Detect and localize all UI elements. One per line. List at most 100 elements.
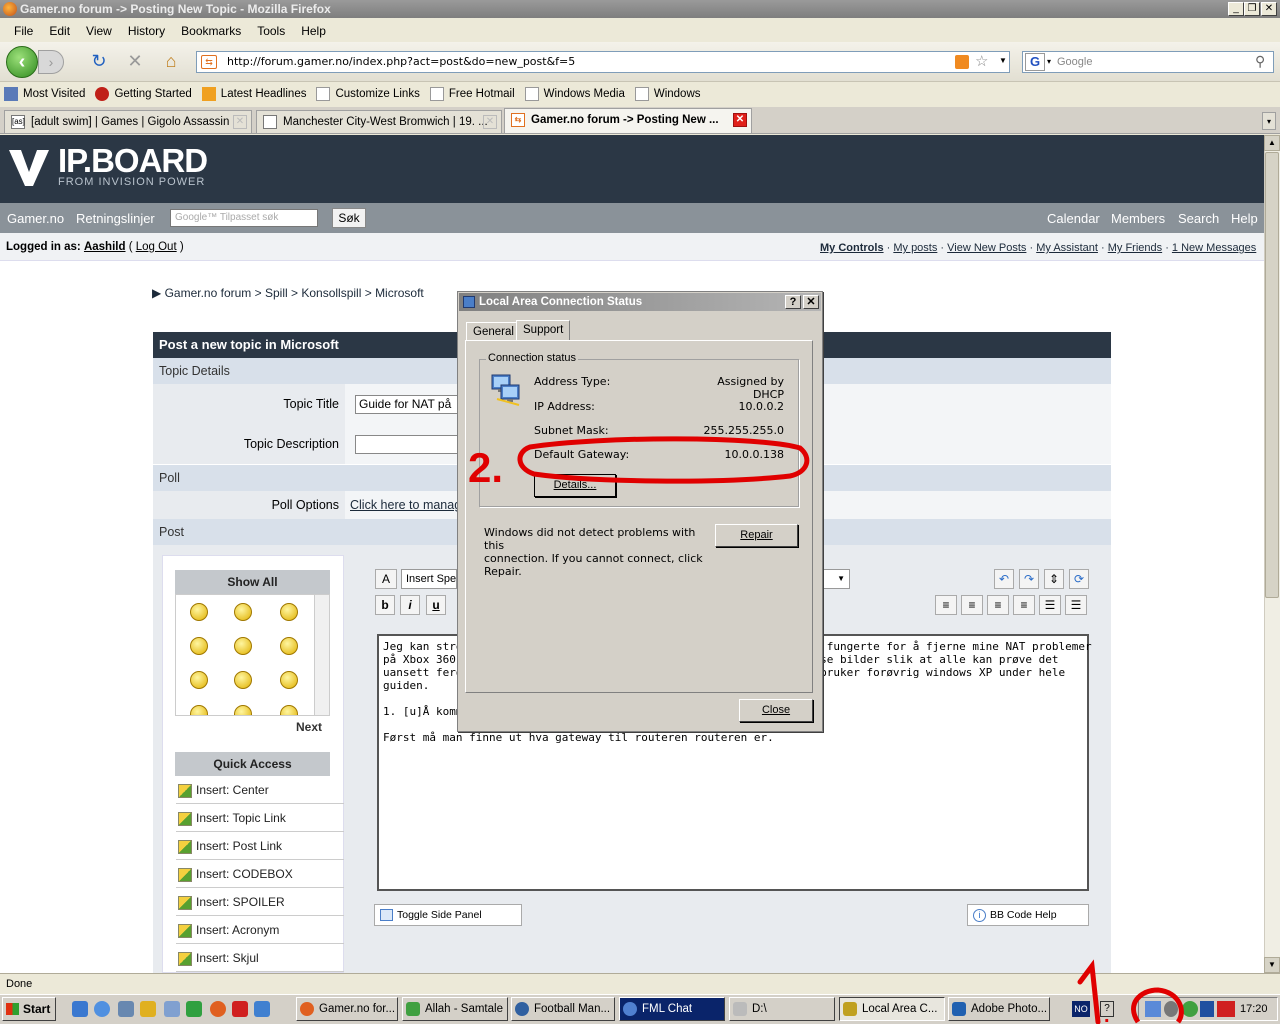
scroll-down-arrow[interactable]: ▼ bbox=[1264, 957, 1280, 973]
nav-gamer-link[interactable]: Gamer.no bbox=[7, 211, 64, 226]
bb-code-help-button[interactable]: i BB Code Help bbox=[967, 904, 1089, 926]
my-posts-link[interactable]: My posts bbox=[893, 242, 937, 254]
toggle-side-panel-button[interactable]: Toggle Side Panel bbox=[374, 904, 522, 926]
task-fml-chat[interactable]: FML Chat bbox=[619, 997, 725, 1021]
repair-button[interactable]: Repair bbox=[715, 524, 798, 547]
insert-special-select[interactable]: Insert Spe bbox=[401, 569, 457, 589]
quick-insert-center[interactable]: Insert: Center bbox=[176, 776, 344, 804]
task-d-drive[interactable]: D:\ bbox=[729, 997, 835, 1021]
emoticon-icon[interactable] bbox=[280, 603, 298, 621]
menu-help[interactable]: Help bbox=[293, 24, 334, 38]
breadcrumb-spill[interactable]: Spill bbox=[265, 286, 288, 300]
search-go-icon[interactable]: ⚲ bbox=[1255, 53, 1265, 70]
font-select-dropdown-icon[interactable]: ▼ bbox=[822, 569, 850, 589]
topic-description-input[interactable] bbox=[355, 435, 465, 454]
tab-general[interactable]: General bbox=[466, 322, 521, 340]
quick-insert-codebox[interactable]: Insert: CODEBOX bbox=[176, 860, 344, 888]
quick-insert-skjul[interactable]: Insert: Skjul bbox=[176, 944, 344, 972]
bookmark-latest-headlines[interactable]: Latest Headlines bbox=[201, 87, 306, 101]
app-quicklaunch-icon[interactable] bbox=[254, 1001, 270, 1017]
dialog-close-button[interactable]: Close bbox=[739, 699, 813, 722]
engine-dropdown-icon[interactable]: ▾ bbox=[1047, 57, 1051, 66]
menu-tools[interactable]: Tools bbox=[249, 24, 293, 38]
view-new-posts-link[interactable]: View New Posts bbox=[947, 242, 1026, 254]
my-assistant-link[interactable]: My Assistant bbox=[1036, 242, 1098, 254]
url-bar[interactable]: ⇆ http://forum.gamer.no/index.php?act=po… bbox=[196, 51, 1010, 73]
menu-view[interactable]: View bbox=[78, 24, 120, 38]
quick-insert-topic-link[interactable]: Insert: Topic Link bbox=[176, 804, 344, 832]
search-bar[interactable]: G ▾ Google ⚲ bbox=[1022, 51, 1274, 73]
my-controls-link[interactable]: My Controls bbox=[820, 242, 884, 254]
rss-icon[interactable] bbox=[955, 55, 969, 69]
unordered-list-icon[interactable]: ☰ bbox=[1065, 595, 1087, 615]
bookmark-star-icon[interactable]: ☆ bbox=[975, 52, 988, 70]
tab-support[interactable]: Support bbox=[516, 320, 571, 340]
show-all-emoticons[interactable]: Show All bbox=[175, 570, 330, 594]
emoticon-scrollbar[interactable] bbox=[314, 595, 329, 715]
forward-button[interactable]: › bbox=[38, 50, 64, 74]
ie-quicklaunch-icon[interactable] bbox=[72, 1001, 88, 1017]
menu-bookmarks[interactable]: Bookmarks bbox=[173, 24, 249, 38]
scroll-thumb[interactable] bbox=[1265, 152, 1279, 598]
details-button[interactable]: Details... bbox=[534, 474, 616, 497]
font-style-icon[interactable]: A bbox=[375, 569, 397, 589]
underline-button[interactable]: u bbox=[426, 595, 446, 615]
search-submit-button[interactable]: Søk bbox=[332, 208, 366, 228]
tray-icon[interactable] bbox=[1164, 1001, 1178, 1017]
breadcrumb-forum[interactable]: Gamer.no forum bbox=[165, 286, 252, 300]
nav-calendar-link[interactable]: Calendar bbox=[1047, 211, 1100, 226]
task-adobe-photoshop[interactable]: Adobe Photo... bbox=[948, 997, 1050, 1021]
align-left-icon[interactable]: ≡ bbox=[961, 595, 983, 615]
nav-search-link[interactable]: Search bbox=[1178, 211, 1219, 226]
show-desktop-icon[interactable] bbox=[118, 1001, 134, 1017]
emoticon-icon[interactable] bbox=[190, 705, 208, 715]
language-indicator[interactable]: NO bbox=[1072, 1001, 1090, 1017]
align-right-icon[interactable]: ≡ bbox=[1013, 595, 1035, 615]
bold-button[interactable]: b bbox=[375, 595, 395, 615]
emoticon-icon[interactable] bbox=[234, 637, 252, 655]
close-tab-icon[interactable]: ✕ bbox=[233, 115, 247, 129]
back-button[interactable]: ‹ bbox=[6, 46, 38, 78]
my-friends-link[interactable]: My Friends bbox=[1108, 242, 1162, 254]
italic-button[interactable]: i bbox=[400, 595, 420, 615]
app-quicklaunch-icon[interactable] bbox=[232, 1001, 248, 1017]
breadcrumb-konsollspill[interactable]: Konsollspill bbox=[301, 286, 361, 300]
menu-history[interactable]: History bbox=[120, 24, 173, 38]
media-player-quicklaunch-icon[interactable] bbox=[94, 1001, 110, 1017]
task-football-manager[interactable]: Football Man... bbox=[511, 997, 615, 1021]
firefox-quicklaunch-icon[interactable] bbox=[210, 1001, 226, 1017]
google-custom-search-input[interactable]: Google™ Tilpasset søk bbox=[170, 209, 318, 227]
poll-manage-link[interactable]: Click here to manag bbox=[350, 498, 461, 512]
topic-title-input[interactable]: Guide for NAT på bbox=[355, 395, 465, 414]
breadcrumb-microsoft[interactable]: Microsoft bbox=[375, 286, 424, 300]
bookmark-getting-started[interactable]: Getting Started bbox=[95, 87, 192, 101]
align-center-icon[interactable]: ≡ bbox=[987, 595, 1009, 615]
tab-manchester-city[interactable]: Manchester City-West Bromwich | 19. ... … bbox=[256, 110, 502, 133]
app-quicklaunch-icon[interactable] bbox=[164, 1001, 180, 1017]
url-dropdown-icon[interactable]: ▼ bbox=[999, 56, 1007, 65]
emoticon-icon[interactable] bbox=[280, 705, 298, 715]
emoticon-icon[interactable] bbox=[280, 637, 298, 655]
bookmark-customize-links[interactable]: Customize Links bbox=[316, 87, 420, 101]
menu-edit[interactable]: Edit bbox=[41, 24, 78, 38]
reload-icon[interactable]: ↻ bbox=[88, 50, 110, 72]
quick-insert-post-link[interactable]: Insert: Post Link bbox=[176, 832, 344, 860]
app-quicklaunch-icon[interactable] bbox=[140, 1001, 156, 1017]
task-firefox[interactable]: Gamer.no for... bbox=[296, 997, 398, 1021]
emoticon-icon[interactable] bbox=[190, 603, 208, 621]
redo-icon[interactable]: ↷ bbox=[1019, 569, 1039, 589]
nav-rules-link[interactable]: Retningslinjer bbox=[76, 211, 155, 226]
bookmark-most-visited[interactable]: Most Visited bbox=[4, 87, 85, 101]
logout-link[interactable]: Log Out bbox=[136, 241, 177, 253]
emoticon-icon[interactable] bbox=[280, 671, 298, 689]
help-tray-icon[interactable]: ? bbox=[1100, 1001, 1114, 1017]
ordered-list-icon[interactable]: ☰ bbox=[1039, 595, 1061, 615]
stop-icon[interactable]: ✕ bbox=[124, 50, 146, 72]
emoticon-icon[interactable] bbox=[234, 603, 252, 621]
google-engine-icon[interactable]: G bbox=[1025, 53, 1045, 71]
undo-icon[interactable]: ↶ bbox=[994, 569, 1014, 589]
emoticon-icon[interactable] bbox=[190, 671, 208, 689]
nav-members-link[interactable]: Members bbox=[1111, 211, 1165, 226]
dialog-help-button[interactable]: ? bbox=[785, 295, 801, 309]
quick-insert-acronym[interactable]: Insert: Acronym bbox=[176, 916, 344, 944]
